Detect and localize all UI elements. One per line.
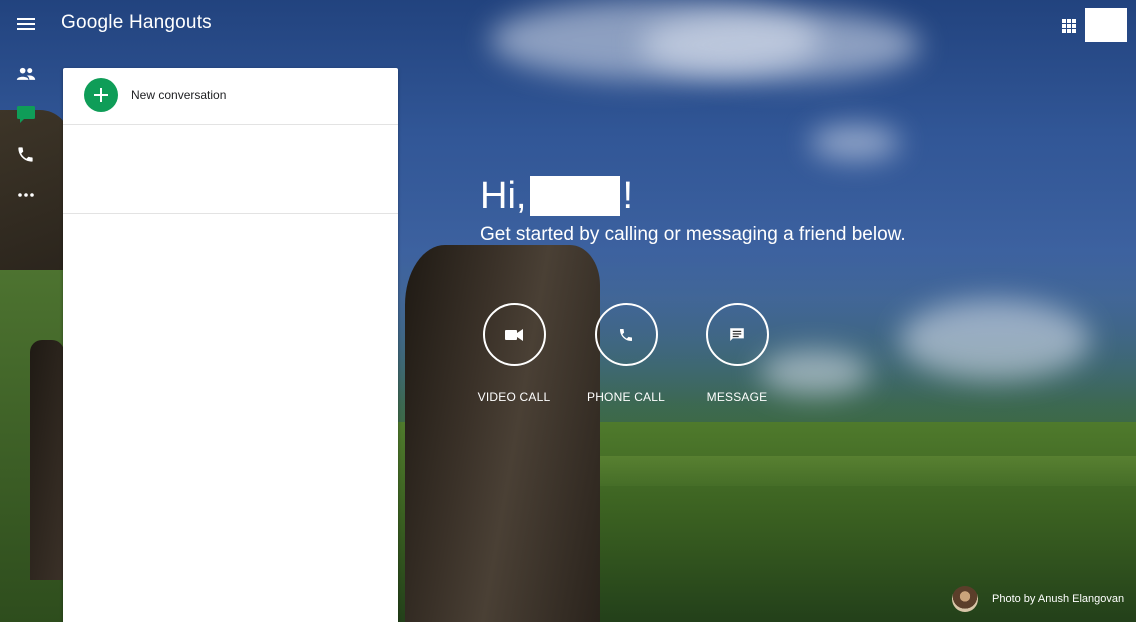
greeting-hi: Hi, xyxy=(480,175,527,217)
greeting-headline: Hi, ! xyxy=(480,174,906,218)
moai-statue-small xyxy=(30,340,64,580)
video-call-circle xyxy=(482,303,546,366)
phone-call-circle xyxy=(594,303,658,366)
videocam-icon xyxy=(505,328,523,341)
video-call-button[interactable]: VIDEO CALL xyxy=(474,303,554,404)
message-icon xyxy=(730,327,744,341)
greeting-exclaim: ! xyxy=(622,175,634,217)
cloud xyxy=(810,125,900,160)
more-horizontal-icon[interactable] xyxy=(16,186,36,206)
top-bar: Google Hangouts xyxy=(0,0,1136,50)
chat-icon[interactable] xyxy=(16,105,36,125)
greeting-subtitle: Get started by calling or messaging a fr… xyxy=(480,224,906,245)
hangouts-screen: Google Hangouts New conversation Hi, ! G… xyxy=(0,0,1136,622)
plus-icon xyxy=(84,78,118,112)
people-icon[interactable] xyxy=(16,66,36,86)
photo-credit[interactable]: Photo by Anush Elangovan xyxy=(952,586,1124,612)
account-avatar[interactable] xyxy=(1085,8,1127,42)
phone-icon xyxy=(620,328,632,341)
user-name-redacted xyxy=(530,176,621,216)
phone-icon[interactable] xyxy=(16,145,36,165)
phone-call-button[interactable]: PHONE CALL xyxy=(586,303,666,404)
new-conversation-button[interactable]: New conversation xyxy=(63,68,398,125)
conversation-list-empty xyxy=(63,125,398,214)
phone-call-label: PHONE CALL xyxy=(586,390,666,404)
photo-credit-text: Photo by Anush Elangovan xyxy=(992,593,1125,605)
conversation-panel: New conversation xyxy=(63,68,398,622)
greeting: Hi, ! Get started by calling or messagin… xyxy=(480,174,906,246)
horizon xyxy=(540,456,1136,486)
message-label: MESSAGE xyxy=(706,390,768,404)
cloud xyxy=(900,300,1090,380)
message-button[interactable]: MESSAGE xyxy=(697,303,777,404)
new-conversation-label: New conversation xyxy=(131,88,227,102)
hamburger-menu-icon[interactable] xyxy=(17,15,35,33)
photographer-avatar xyxy=(952,586,978,612)
video-call-label: VIDEO CALL xyxy=(477,390,551,404)
app-title: Google Hangouts xyxy=(61,12,212,33)
apps-grid-icon[interactable] xyxy=(1062,19,1076,33)
message-circle xyxy=(705,303,769,366)
moai-statue xyxy=(405,245,600,622)
